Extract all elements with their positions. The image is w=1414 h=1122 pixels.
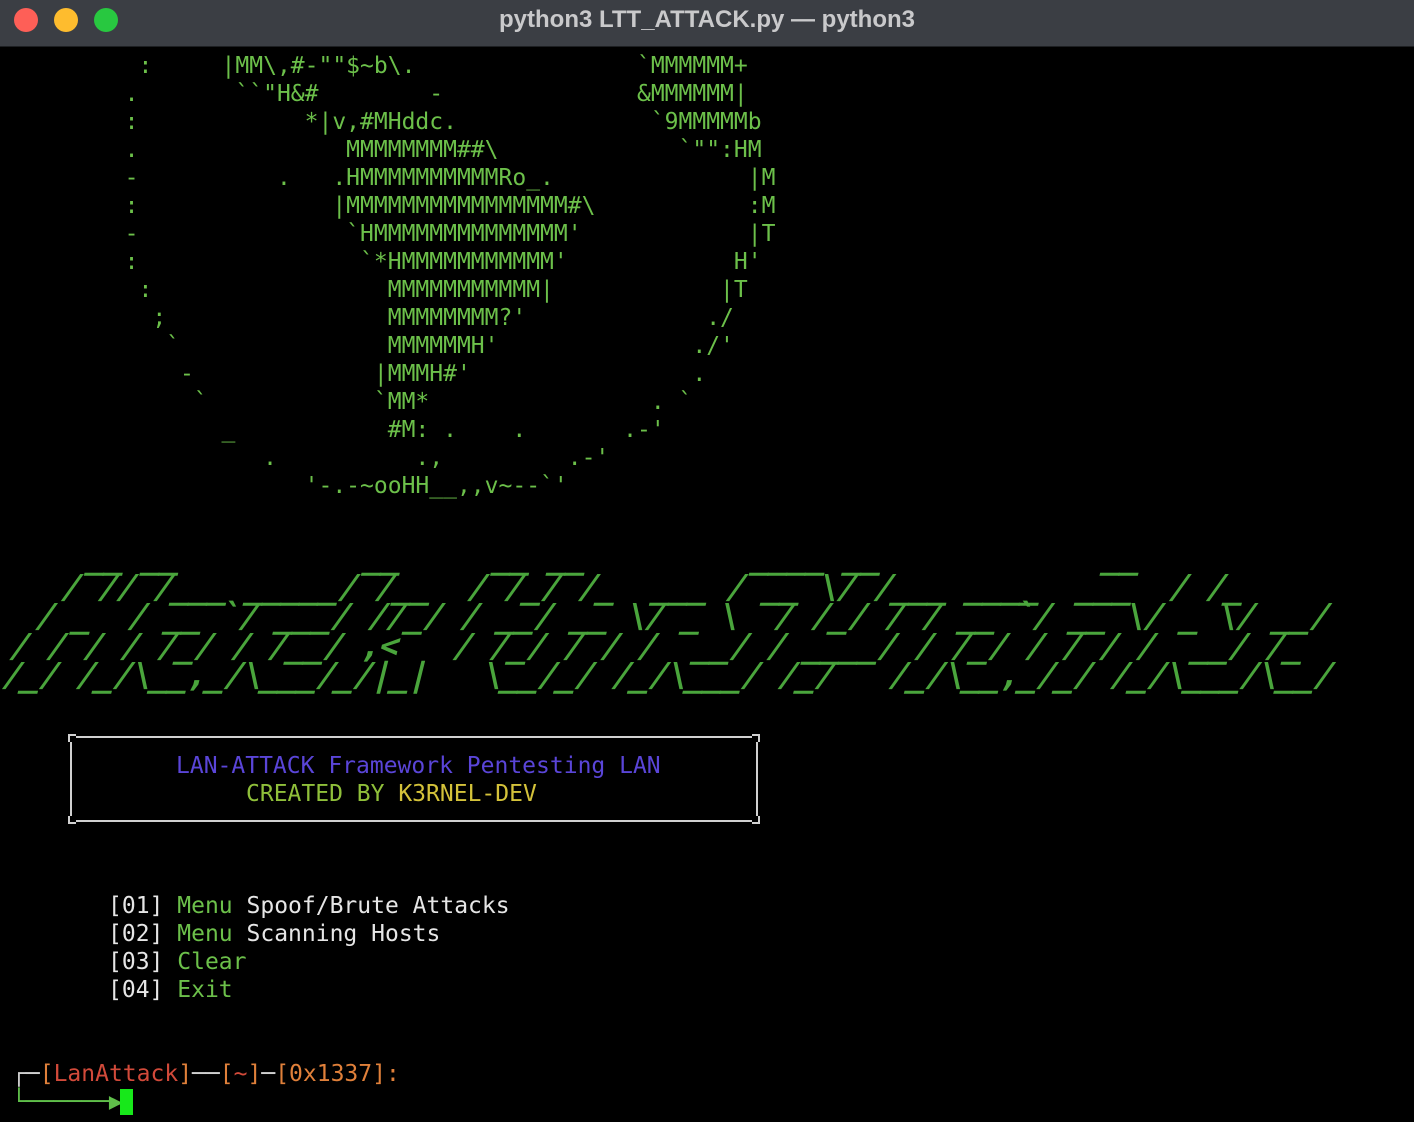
title-bar: python3 LTT_ATTACK.py — python3 bbox=[0, 0, 1414, 47]
created-by-label: CREATED BY bbox=[246, 781, 399, 807]
menu-item-exit: [04] Exit bbox=[108, 977, 233, 1003]
prompt-code: 0x1337 bbox=[289, 1061, 373, 1087]
menu-item-scanning: [02] Menu Scanning Hosts bbox=[108, 921, 441, 947]
main-menu: [01] Menu Spoof/Brute Attacks [02] Menu … bbox=[108, 892, 510, 1004]
created-by: CREATED BY K3RNEL-DEV bbox=[246, 780, 537, 808]
prompt-line: ┌─[LanAttack]──[~]─[0x1337]: bbox=[12, 1061, 400, 1087]
author-name: K3RNEL-DEV bbox=[398, 781, 537, 807]
prompt-path: ~ bbox=[233, 1061, 248, 1087]
text-cursor[interactable] bbox=[120, 1089, 133, 1115]
terminal-window: python3 LTT_ATTACK.py — python3 : |MM\,#… bbox=[0, 0, 1414, 1122]
menu-item-spoof-brute: [01] Menu Spoof/Brute Attacks bbox=[108, 893, 510, 919]
ascii-logo: : |MM\,#-""$~b\. `MMMMMM+ . ``"H&# - &MM… bbox=[124, 53, 776, 499]
input-arrow: └──────▶ bbox=[12, 1089, 123, 1115]
menu-item-clear: [03] Clear bbox=[108, 949, 247, 975]
framework-title: LAN-ATTACK Framework Pentesting LAN bbox=[176, 753, 661, 779]
window-title: python3 LTT_ATTACK.py — python3 bbox=[499, 6, 915, 33]
ascii-banner: __ __ __ __ __ ____ __ __ / // /___ ____… bbox=[0, 537, 1339, 694]
prompt-name: LanAttack bbox=[53, 1061, 179, 1087]
